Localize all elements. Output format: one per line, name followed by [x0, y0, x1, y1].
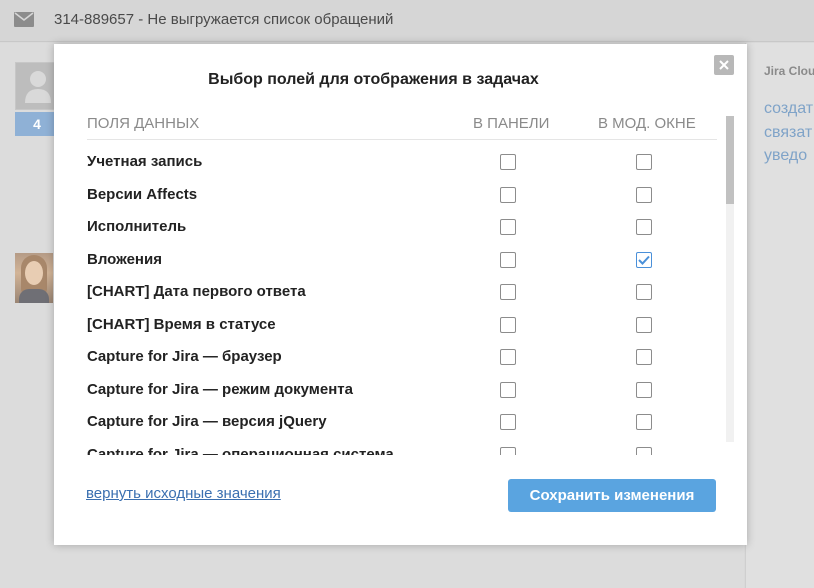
modal-checkbox[interactable] [636, 251, 652, 268]
close-icon [719, 60, 729, 70]
field-selection-modal: Выбор полей для отображения в задачах ПО… [54, 44, 747, 545]
modal-checkbox[interactable] [636, 154, 652, 170]
field-row: Учетная запись [87, 146, 717, 178]
field-row: Capture for Jira — режим документа [87, 374, 717, 406]
modal-checkbox[interactable] [636, 186, 652, 203]
user-photo-avatar [15, 253, 53, 303]
right-link-link[interactable]: связат [764, 124, 812, 142]
column-header-modal: В МОД. ОКНЕ [598, 115, 696, 132]
panel-checkbox[interactable] [500, 219, 516, 235]
modal-checkbox[interactable] [636, 414, 652, 430]
field-label: Вложения [87, 250, 162, 268]
right-link-create[interactable]: создат [764, 100, 813, 118]
field-label: Учетная запись [87, 153, 203, 170]
field-row: Исполнитель [87, 211, 717, 243]
column-header-fields: ПОЛЯ ДАННЫХ [87, 115, 200, 132]
scrollbar-thumb[interactable] [726, 116, 734, 204]
user-placeholder-icon [25, 71, 51, 103]
avatar [15, 62, 59, 110]
field-row: Capture for Jira — версия jQuery [87, 406, 717, 438]
modal-title: Выбор полей для отображения в задачах [208, 71, 539, 88]
field-label: Исполнитель [87, 218, 187, 235]
field-row: Вложения [87, 244, 717, 276]
field-row: Capture for Jira — операционная система [87, 439, 717, 456]
save-changes-button[interactable]: Сохранить изменения [508, 479, 716, 512]
field-label: [CHART] Время в статусе [87, 315, 276, 333]
jira-cloud-title: Jira Clou [764, 64, 814, 78]
count-badge: 4 [15, 112, 59, 136]
reset-defaults-link[interactable]: вернуть исходные значения [86, 485, 281, 502]
panel-checkbox[interactable] [500, 186, 516, 203]
field-label: Capture for Jira — браузер [87, 348, 282, 365]
right-link-notify[interactable]: уведо [764, 147, 807, 165]
ticket-title: 314-889657 - Не выгружается список обращ… [54, 11, 394, 28]
field-row: [CHART] Дата первого ответа [87, 276, 717, 308]
close-button[interactable] [714, 55, 734, 75]
panel-checkbox[interactable] [500, 414, 516, 430]
modal-checkbox[interactable] [636, 381, 652, 398]
panel-checkbox[interactable] [500, 251, 516, 268]
top-bar: 314-889657 - Не выгружается список обращ… [0, 0, 814, 42]
modal-checkbox[interactable] [636, 446, 652, 455]
field-label: Capture for Jira — операционная система [87, 445, 394, 456]
panel-checkbox[interactable] [500, 446, 516, 455]
panel-checkbox[interactable] [500, 381, 516, 398]
fields-list: Учетная запись Версии Affects Исполнитель В… [87, 140, 717, 455]
column-header-panel: В ПАНЕЛИ [473, 115, 550, 132]
field-row: [CHART] Время в статусе [87, 309, 717, 341]
field-row: Capture for Jira — браузер [87, 341, 717, 373]
panel-checkbox[interactable] [500, 154, 516, 170]
panel-checkbox[interactable] [500, 284, 516, 300]
panel-checkbox[interactable] [500, 316, 516, 333]
modal-checkbox[interactable] [636, 219, 652, 235]
modal-checkbox[interactable] [636, 284, 652, 300]
field-label: Capture for Jira — режим документа [87, 380, 353, 398]
modal-checkbox[interactable] [636, 316, 652, 333]
field-label: [CHART] Дата первого ответа [87, 283, 306, 300]
field-label: Capture for Jira — версия jQuery [87, 413, 327, 430]
panel-checkbox[interactable] [500, 349, 516, 365]
modal-checkbox[interactable] [636, 349, 652, 365]
field-row: Версии Affects [87, 179, 717, 211]
field-label: Версии Affects [87, 185, 198, 203]
mail-icon [14, 12, 34, 27]
